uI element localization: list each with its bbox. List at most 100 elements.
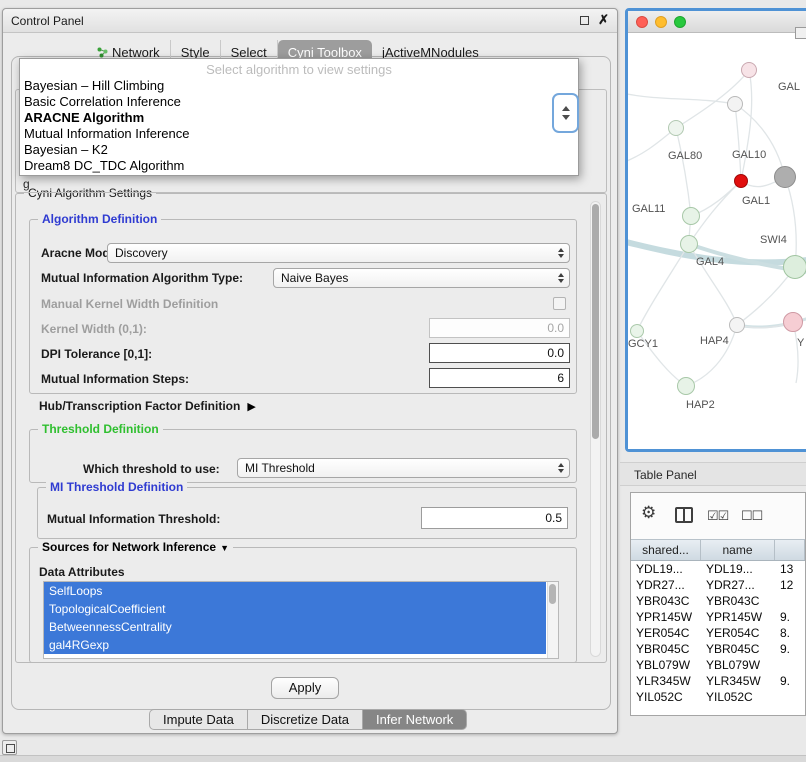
table-cell: YBR045C xyxy=(701,642,775,658)
algorithm-option-mutual-information-inference[interactable]: Mutual Information Inference xyxy=(20,126,578,142)
attribute-item-betweennesscentrality[interactable]: BetweennessCentrality xyxy=(44,618,546,636)
network-view-window[interactable]: GALGAL80GAL10GAL11GAL1SWI4GAL4GCY1HAP4HA… xyxy=(625,8,806,452)
network-node[interactable] xyxy=(774,166,796,188)
table-row[interactable]: YBR045CYBR045C9. xyxy=(631,642,805,658)
settings-scrollbar-thumb[interactable] xyxy=(592,204,599,439)
table-cell: YBL079W xyxy=(631,658,701,674)
table-cell: YIL052C xyxy=(701,690,775,706)
network-toolbar-fragment[interactable] xyxy=(795,27,806,39)
network-node[interactable] xyxy=(783,255,806,279)
gear-icon[interactable]: ⚙ xyxy=(641,503,656,523)
combo-arrows-icon xyxy=(558,459,564,477)
table-row[interactable]: YBL079WYBL079W xyxy=(631,658,805,674)
attribute-item-gal4rgexp[interactable]: gal4RGexp xyxy=(44,636,546,654)
combo-arrows-icon xyxy=(558,269,564,287)
table-row[interactable]: YPR145WYPR145W9. xyxy=(631,610,805,626)
algorithm-option-dream8-dc-tdc-algorithm[interactable]: Dream8 DC_TDC Algorithm xyxy=(20,158,578,174)
table-cell: YIL052C xyxy=(631,690,701,706)
mi-steps-field[interactable]: 6 xyxy=(429,368,570,388)
settings-scrollbar[interactable] xyxy=(590,201,601,657)
sources-group-title[interactable]: Sources for Network Inference▼ xyxy=(38,540,233,554)
algorithm-option-bayesian-k2[interactable]: Bayesian – K2 xyxy=(20,142,578,158)
mi-type-combo[interactable]: Naive Bayes xyxy=(273,268,570,288)
attribute-item-selfloops[interactable]: SelfLoops xyxy=(44,582,546,600)
collapsed-window-fragment[interactable] xyxy=(2,740,17,755)
apply-button[interactable]: Apply xyxy=(271,677,339,699)
bottom-tab-discretize-data[interactable]: Discretize Data xyxy=(248,709,363,730)
table-panel-title: Table Panel xyxy=(634,468,697,482)
table-cell: 12 xyxy=(775,578,805,594)
algorithm-option-bayesian-hill-climbing[interactable]: Bayesian – Hill Climbing xyxy=(20,78,578,94)
network-node[interactable] xyxy=(682,207,700,225)
expander-arrow-icon[interactable]: ▶ xyxy=(247,400,255,413)
network-node-label-gal: GAL xyxy=(778,81,800,93)
aracne-mode-combo[interactable]: Discovery xyxy=(107,243,570,263)
table-row[interactable]: YER054CYER054C8. xyxy=(631,626,805,642)
table-cell: 8. xyxy=(775,626,805,642)
table-row[interactable]: YDR27...YDR27...12 xyxy=(631,578,805,594)
bottom-tab-infer-network[interactable]: Infer Network xyxy=(363,709,467,730)
table-cell: YDL19... xyxy=(631,562,701,578)
attributes-scrollbar-thumb[interactable] xyxy=(549,584,556,604)
network-canvas[interactable]: GALGAL80GAL10GAL11GAL1SWI4GAL4GCY1HAP4HA… xyxy=(628,33,806,449)
hub-definition-expander[interactable]: Hub/Transcription Factor Definition ▶ xyxy=(39,399,256,413)
network-node[interactable] xyxy=(741,62,757,78)
dpi-tolerance-label: DPI Tolerance [0,1]: xyxy=(41,347,152,361)
network-icon xyxy=(97,47,108,58)
network-node[interactable] xyxy=(734,174,748,188)
network-node[interactable] xyxy=(677,377,695,395)
manual-kernel-checkbox[interactable] xyxy=(553,297,566,310)
table-cell: YBL079W xyxy=(701,658,775,674)
spinner-down-icon[interactable] xyxy=(562,115,570,120)
network-node-label-gcy1: GCY1 xyxy=(628,338,658,350)
table-column-header-extra[interactable] xyxy=(775,540,805,560)
which-threshold-combo[interactable]: MI Threshold xyxy=(237,458,570,478)
network-node[interactable] xyxy=(729,317,745,333)
focused-spinner-fragment[interactable] xyxy=(552,93,579,133)
table-window: ⚙ ☑☑ ☐☐ shared...name YDL19...YDL19...13… xyxy=(630,492,806,716)
table-row[interactable]: YIL052CYIL052C xyxy=(631,690,805,706)
table-toolbar: ⚙ ☑☑ ☐☐ xyxy=(631,493,805,539)
kernel-width-field[interactable]: 0.0 xyxy=(429,318,570,338)
columns-icon[interactable] xyxy=(675,507,693,523)
table-column-header-name[interactable]: name xyxy=(701,540,775,560)
network-node[interactable] xyxy=(630,324,644,338)
threshold-definition-title: Threshold Definition xyxy=(38,422,163,436)
network-node[interactable] xyxy=(668,120,684,136)
float-window-icon[interactable] xyxy=(580,16,589,25)
table-cell: YBR043C xyxy=(701,594,775,610)
dpi-tolerance-field[interactable]: 0.0 xyxy=(429,343,570,363)
mi-threshold-field[interactable]: 0.5 xyxy=(421,507,568,529)
minimize-traffic-light[interactable] xyxy=(655,16,667,28)
mi-steps-label: Mutual Information Steps: xyxy=(41,372,189,386)
unchecked-boxes-icon[interactable]: ☐☐ xyxy=(741,508,762,524)
network-node[interactable] xyxy=(727,96,743,112)
attribute-item-topologicalcoefficient[interactable]: TopologicalCoefficient xyxy=(44,600,546,618)
control-panel-titlebar[interactable]: Control Panel ✗ xyxy=(3,9,617,33)
algorithm-option-basic-correlation-inference[interactable]: Basic Correlation Inference xyxy=(20,94,578,110)
network-node[interactable] xyxy=(783,312,803,332)
table-row[interactable]: YLR345WYLR345W9. xyxy=(631,674,805,690)
collapse-arrow-icon[interactable]: ▼ xyxy=(220,543,229,553)
window-title: Control Panel xyxy=(11,14,84,28)
attributes-scrollbar[interactable] xyxy=(547,582,558,658)
aracne-mode-value: Discovery xyxy=(115,246,168,260)
table-cell: 9. xyxy=(775,610,805,626)
close-window-icon[interactable]: ✗ xyxy=(598,13,609,27)
network-window-titlebar[interactable] xyxy=(628,11,806,33)
table-cell: 9. xyxy=(775,642,805,658)
checked-boxes-icon[interactable]: ☑☑ xyxy=(707,508,728,524)
network-node-label-gal11: GAL11 xyxy=(632,203,665,215)
close-traffic-light[interactable] xyxy=(636,16,648,28)
table-column-header-shared[interactable]: shared... xyxy=(631,540,701,560)
algorithm-option-aracne-algorithm[interactable]: ARACNE Algorithm xyxy=(20,110,578,126)
table-body: YDL19...YDL19...13YDR27...YDR27...12YBR0… xyxy=(631,562,805,715)
spinner-up-icon[interactable] xyxy=(562,106,570,111)
algorithm-definition-title: Algorithm Definition xyxy=(38,212,161,226)
bottom-tab-impute-data[interactable]: Impute Data xyxy=(149,709,248,730)
table-row[interactable]: YBR043CYBR043C xyxy=(631,594,805,610)
data-attributes-list[interactable]: SelfLoopsTopologicalCoefficientBetweenne… xyxy=(43,581,559,659)
zoom-traffic-light[interactable] xyxy=(674,16,686,28)
network-node[interactable] xyxy=(680,235,698,253)
table-row[interactable]: YDL19...YDL19...13 xyxy=(631,562,805,578)
